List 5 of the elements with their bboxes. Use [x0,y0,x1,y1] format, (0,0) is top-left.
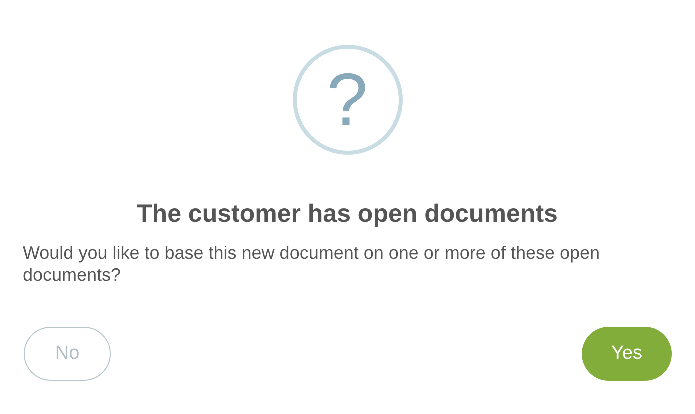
cancel-button[interactable]: No [24,327,111,381]
dialog-title: The customer has open documents [137,200,558,229]
dialog-message: Would you like to base this new document on one or more of these open documents? [23,242,602,286]
question-icon: ? [292,45,402,155]
confirm-button[interactable]: Yes [582,327,672,381]
